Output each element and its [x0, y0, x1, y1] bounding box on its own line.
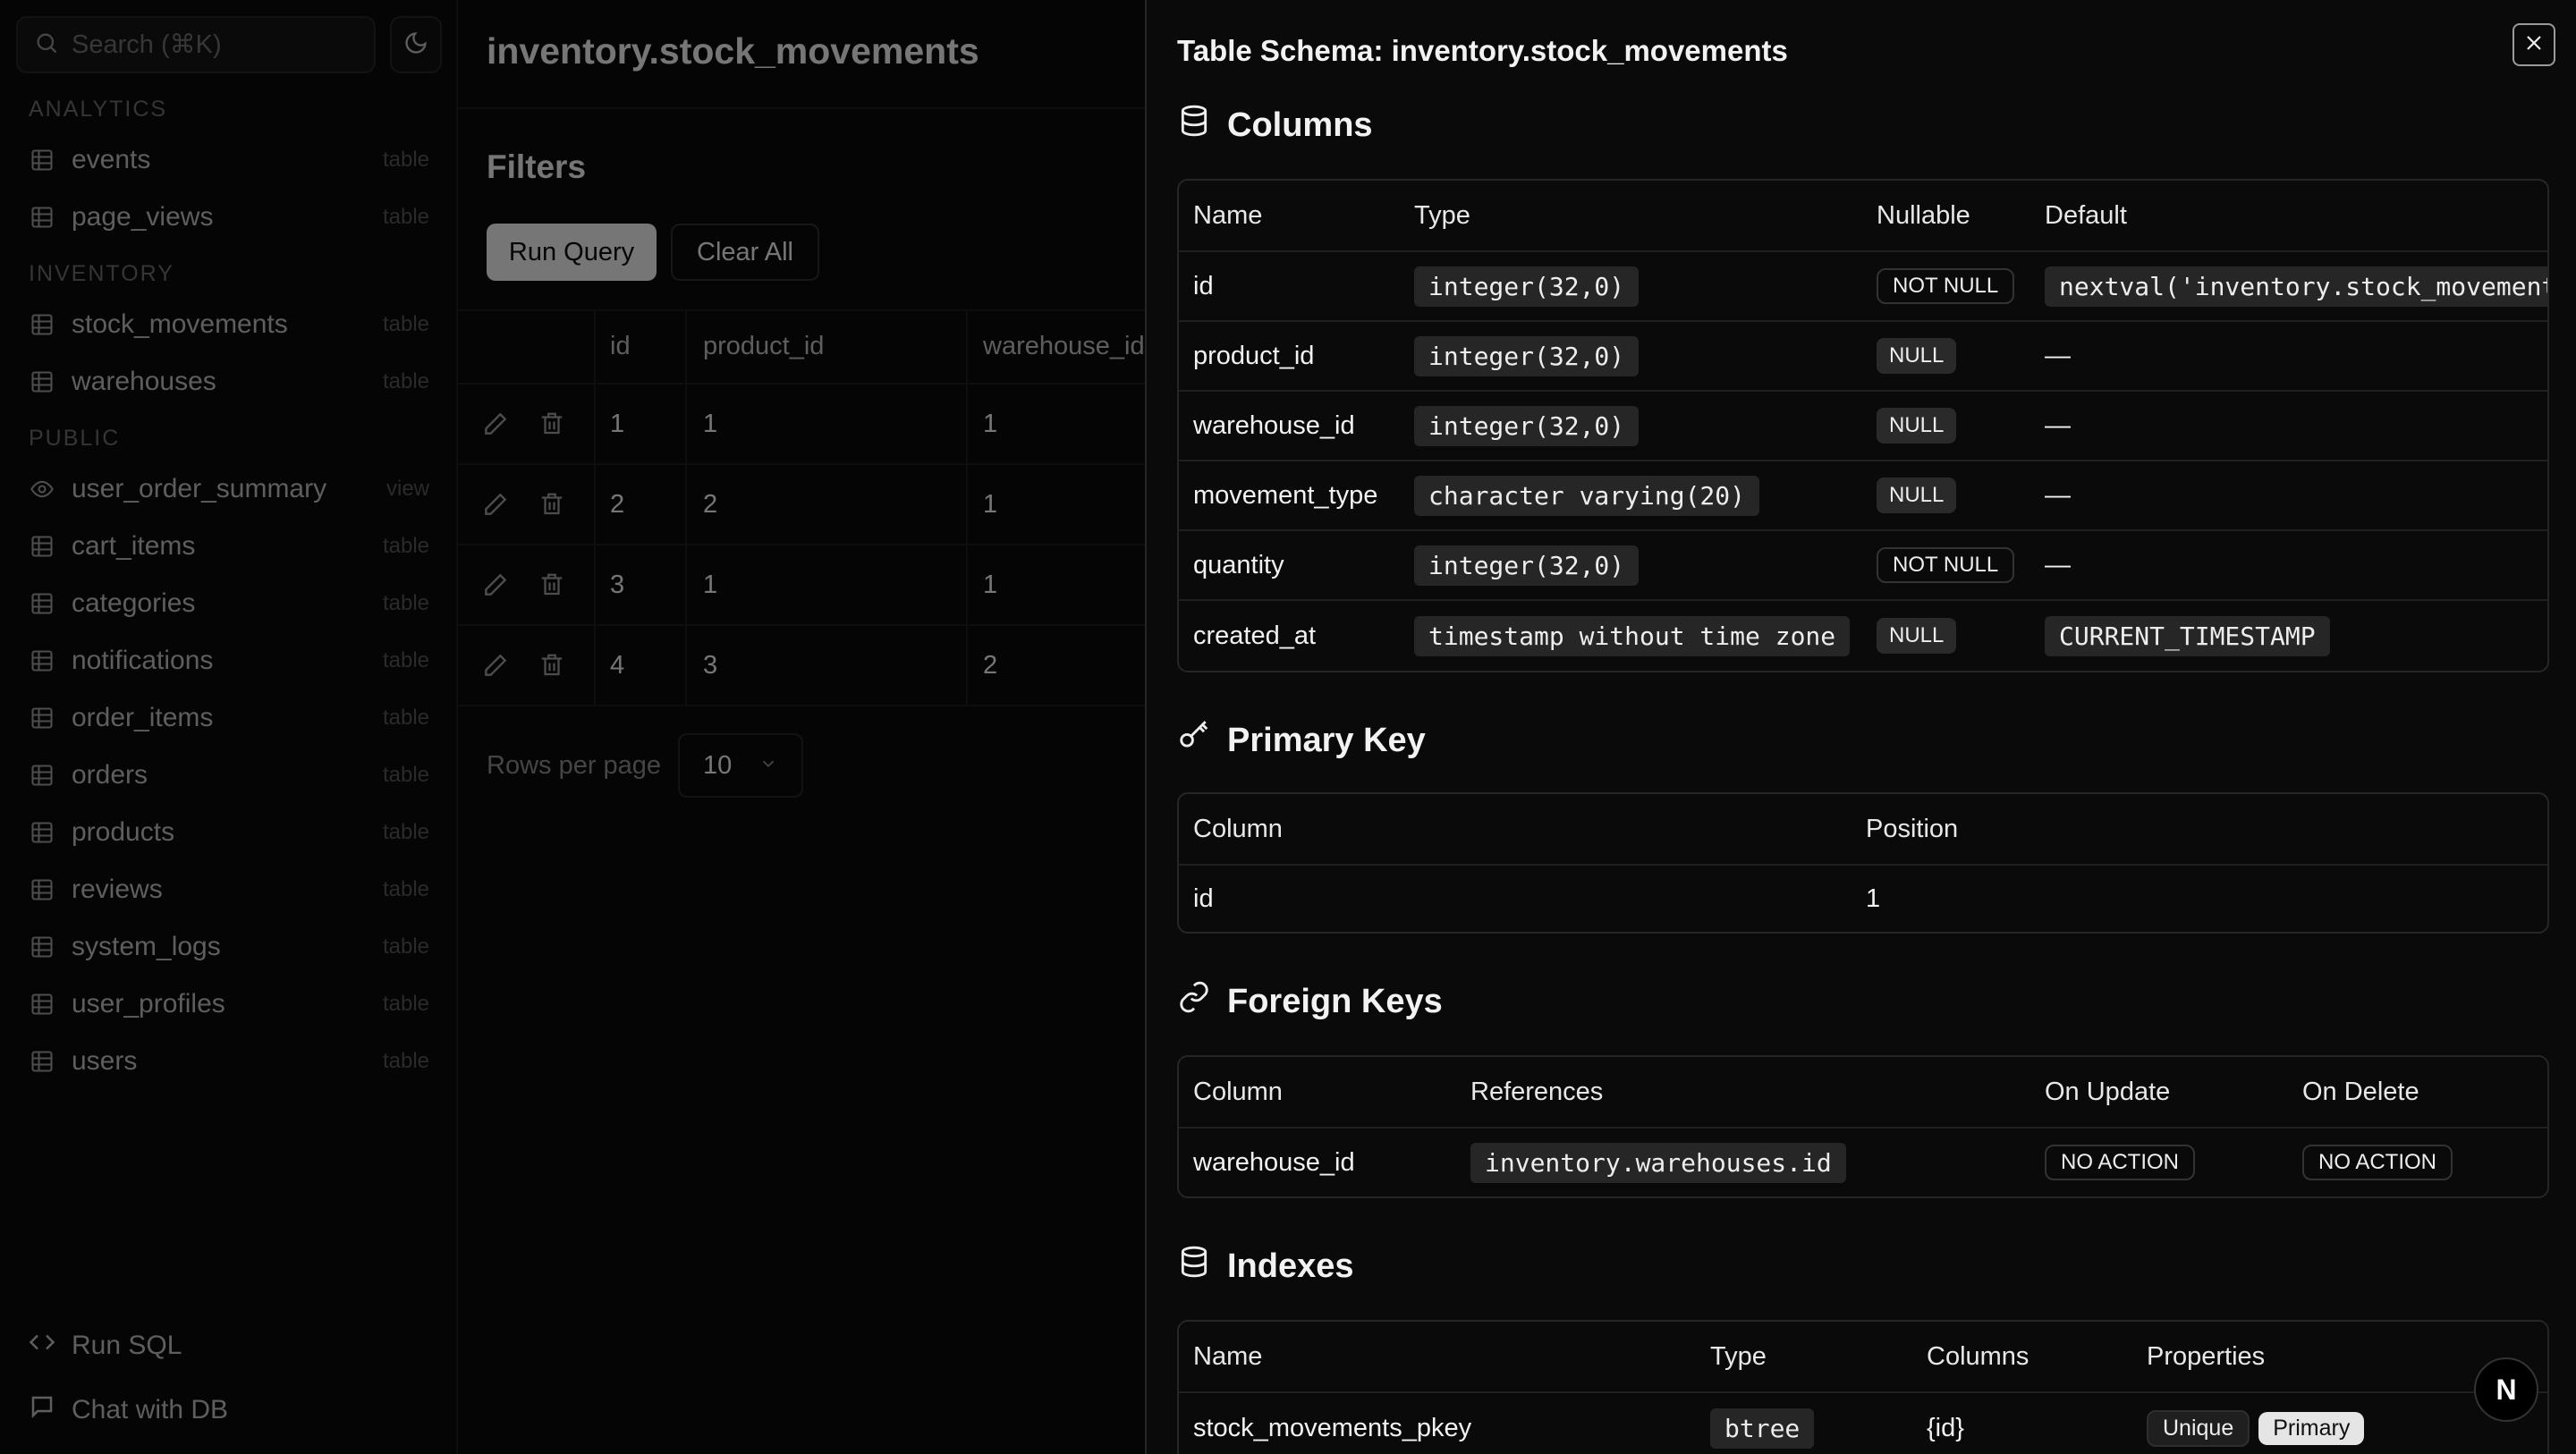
- close-button[interactable]: [2512, 23, 2555, 66]
- indexes-heading: Indexes: [1177, 1245, 1354, 1288]
- column-name: product_id: [1193, 341, 1315, 370]
- column-type: integer(32,0): [1414, 545, 1640, 586]
- column-name: warehouse_id: [1193, 410, 1355, 440]
- primary-key-heading: Primary Key: [1177, 719, 1426, 762]
- column-name: movement_type: [1193, 480, 1378, 510]
- nullable-badge: NOT NULL: [1877, 547, 2015, 583]
- columns-heading-label: Columns: [1227, 106, 1373, 144]
- index-columns: {id}: [1927, 1413, 1964, 1442]
- column-header: Nullable: [1877, 200, 1970, 230]
- table-row: stock_movements_pkey btree {id} Unique P…: [1179, 1393, 2547, 1454]
- pk-column: id: [1193, 883, 1214, 913]
- column-header: Column: [1193, 1077, 1283, 1106]
- fk-column: warehouse_id: [1193, 1147, 1355, 1177]
- table-header-row: Name Type Nullable Default: [1179, 181, 2547, 252]
- column-header: Type: [1414, 200, 1470, 230]
- table-row: movement_type character varying(20) NULL…: [1179, 461, 2547, 531]
- database-icon: [1177, 1245, 1211, 1288]
- column-header: References: [1470, 1077, 1604, 1106]
- table-header-row: Name Type Columns Properties: [1179, 1322, 2547, 1393]
- table-row: id integer(32,0) NOT NULL nextval('inven…: [1179, 252, 2547, 322]
- close-icon: [2523, 32, 2545, 58]
- nullable-badge: NULL: [1877, 408, 1957, 444]
- database-icon: [1177, 104, 1211, 147]
- table-row: product_id integer(32,0) NULL —: [1179, 322, 2547, 392]
- column-default: CURRENT_TIMESTAMP: [2045, 615, 2330, 656]
- column-type: integer(32,0): [1414, 266, 1640, 307]
- table-row: created_at timestamp without time zone N…: [1179, 601, 2547, 671]
- column-default: —: [2045, 341, 2071, 370]
- column-header: On Delete: [2302, 1077, 2419, 1106]
- foreign-keys-table: Column References On Update On Delete wa…: [1177, 1055, 2549, 1198]
- index-name: stock_movements_pkey: [1193, 1413, 1472, 1442]
- column-header: Default: [2045, 200, 2127, 230]
- table-row: quantity integer(32,0) NOT NULL —: [1179, 531, 2547, 601]
- column-type: integer(32,0): [1414, 405, 1640, 446]
- primary-key-table: Column Position id 1: [1177, 792, 2549, 934]
- index-type: btree: [1710, 1408, 1815, 1449]
- column-header: Properties: [2147, 1341, 2266, 1371]
- table-row: id 1: [1179, 866, 2547, 932]
- column-default: —: [2045, 550, 2071, 579]
- column-header: Type: [1710, 1341, 1767, 1371]
- fk-on-update: NO ACTION: [2045, 1145, 2196, 1180]
- nullable-badge: NOT NULL: [1877, 268, 2015, 304]
- column-type: character varying(20): [1414, 475, 1760, 516]
- column-header: Name: [1193, 200, 1263, 230]
- column-default: nextval('inventory.stock_movements_id_se…: [2045, 266, 2547, 307]
- primary-key-heading-label: Primary Key: [1227, 721, 1426, 759]
- foreign-keys-heading: Foreign Keys: [1177, 980, 1443, 1023]
- schema-panel: Table Schema: inventory.stock_movements …: [1145, 0, 2576, 1454]
- panel-title: Table Schema: inventory.stock_movements: [1177, 34, 1788, 67]
- nullable-badge: NULL: [1877, 338, 1957, 374]
- index-prop-badge: Primary: [2258, 1411, 2365, 1445]
- table-header-row: Column References On Update On Delete: [1179, 1057, 2547, 1129]
- column-default: —: [2045, 480, 2071, 510]
- foreign-keys-heading-label: Foreign Keys: [1227, 982, 1443, 1020]
- column-name: id: [1193, 271, 1214, 300]
- column-type: integer(32,0): [1414, 335, 1640, 376]
- column-header: Position: [1866, 814, 1959, 843]
- table-row: warehouse_id inventory.warehouses.id NO …: [1179, 1129, 2547, 1196]
- nullable-badge: NULL: [1877, 478, 1957, 513]
- index-prop-badge: Unique: [2147, 1409, 2250, 1447]
- column-type: timestamp without time zone: [1414, 615, 1851, 656]
- fk-references: inventory.warehouses.id: [1470, 1142, 1846, 1183]
- table-header-row: Column Position: [1179, 794, 2547, 866]
- table-row: warehouse_id integer(32,0) NULL —: [1179, 392, 2547, 461]
- columns-table: Name Type Nullable Default id integer(32…: [1177, 179, 2549, 672]
- n-logo-badge[interactable]: N: [2474, 1357, 2538, 1422]
- column-header: Column: [1193, 814, 1283, 843]
- key-icon: [1177, 719, 1211, 762]
- column-header: Name: [1193, 1341, 1263, 1371]
- indexes-table: Name Type Columns Properties stock_movem…: [1177, 1320, 2549, 1454]
- indexes-heading-label: Indexes: [1227, 1247, 1354, 1285]
- link-icon: [1177, 980, 1211, 1023]
- columns-heading: Columns: [1177, 104, 1373, 147]
- column-name: quantity: [1193, 550, 1284, 579]
- column-default: —: [2045, 410, 2071, 440]
- fk-on-delete: NO ACTION: [2302, 1145, 2453, 1180]
- nullable-badge: NULL: [1877, 618, 1957, 654]
- pk-position: 1: [1866, 883, 1881, 913]
- column-header: On Update: [2045, 1077, 2171, 1106]
- column-name: created_at: [1193, 621, 1317, 650]
- modal-backdrop[interactable]: [0, 0, 1145, 1454]
- column-header: Columns: [1927, 1341, 2029, 1371]
